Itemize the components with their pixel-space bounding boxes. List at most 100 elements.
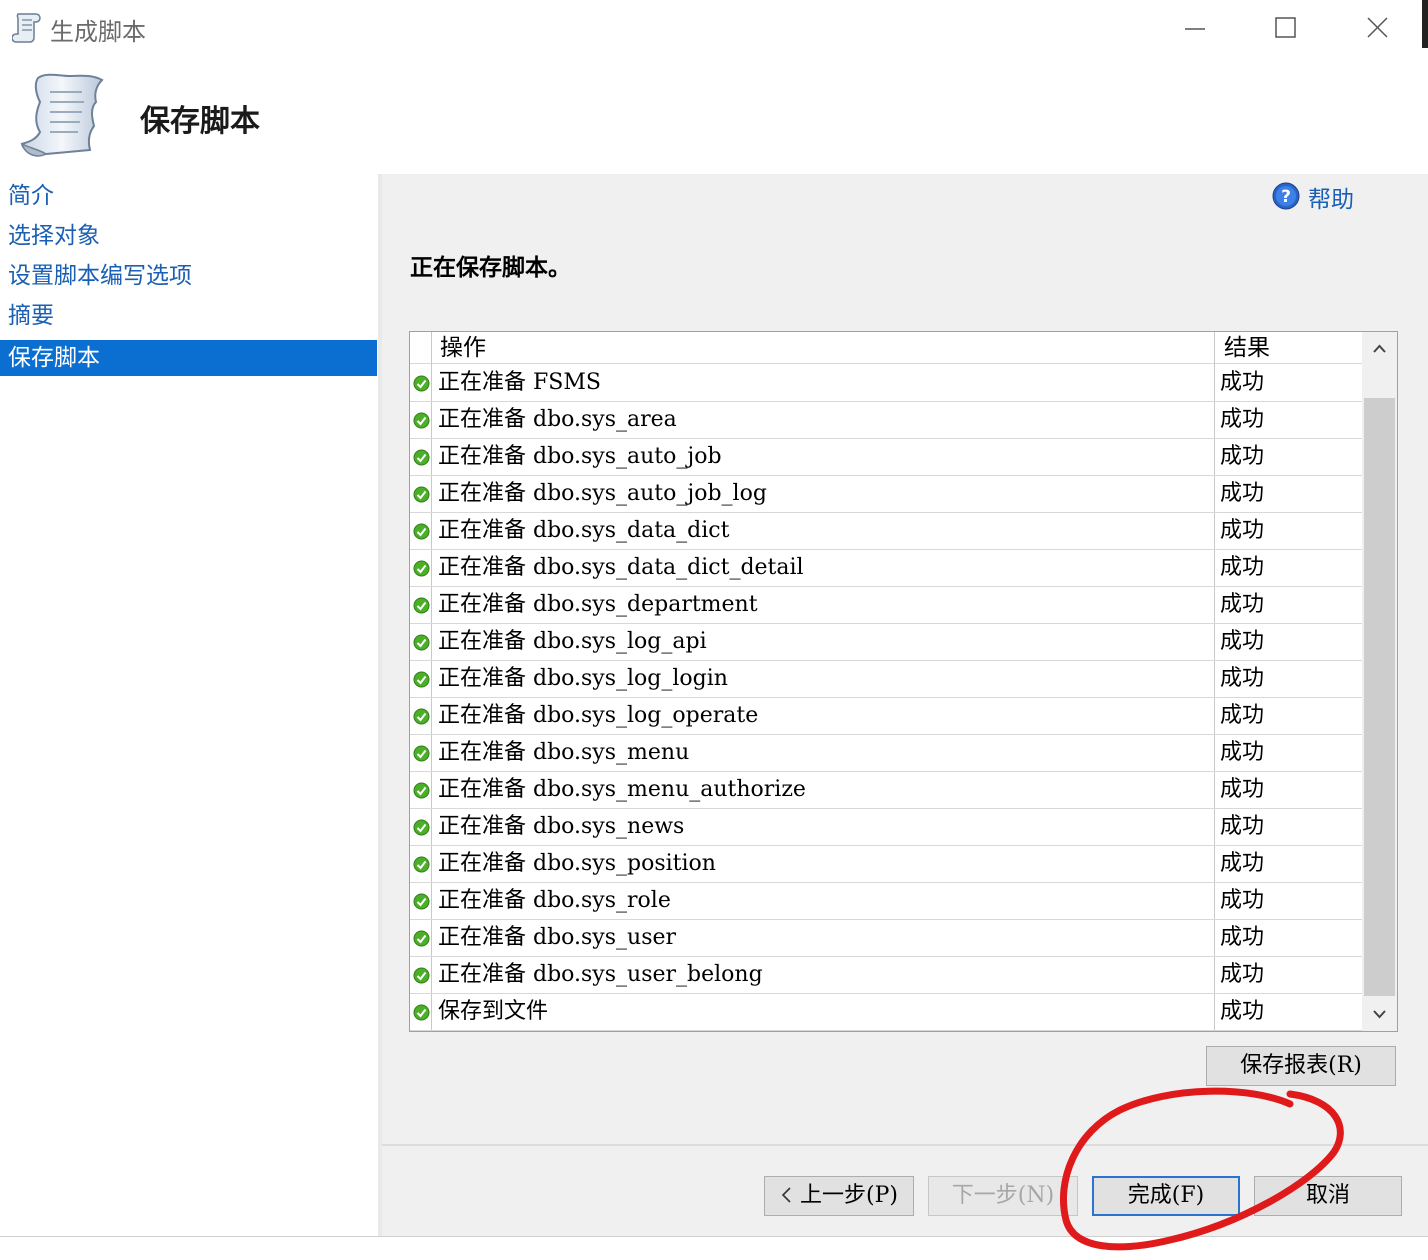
success-check-icon [413, 634, 430, 651]
sidebar-item-choose-objects[interactable]: 选择对象 [0, 218, 378, 254]
success-check-icon [413, 745, 430, 762]
operation-cell: 正在准备 dbo.sys_department [438, 592, 758, 617]
next-button[interactable]: 下一步(N) [928, 1176, 1078, 1216]
result-cell: 成功 [1220, 962, 1265, 987]
table-row[interactable]: 正在准备 dbo.sys_log_operate 成功 [410, 698, 1362, 735]
operation-cell: 正在准备 dbo.sys_log_operate [438, 703, 759, 728]
operation-cell: 正在准备 dbo.sys_menu [438, 740, 690, 765]
result-cell: 成功 [1220, 925, 1265, 950]
success-check-icon [413, 597, 430, 614]
sidebar-item-save-scripts[interactable]: 保存脚本 [0, 340, 377, 376]
chevron-left-icon [781, 1187, 791, 1203]
window-bottom-edge [0, 1236, 1428, 1260]
operation-cell: 正在准备 dbo.sys_auto_job_log [438, 481, 767, 506]
success-check-icon [413, 708, 430, 725]
scrollbar-thumb[interactable] [1364, 398, 1395, 996]
column-header-operation[interactable]: 操作 [440, 332, 486, 364]
operation-cell: 正在准备 dbo.sys_log_login [438, 666, 728, 691]
table-row[interactable]: 正在准备 dbo.sys_user_belong 成功 [410, 957, 1362, 994]
help-label: 帮助 [1308, 187, 1354, 213]
scroll-icon [20, 73, 104, 157]
result-cell: 成功 [1220, 666, 1265, 691]
operation-cell: 正在准备 dbo.sys_role [438, 888, 671, 913]
result-cell: 成功 [1220, 629, 1265, 654]
sidebar-item-intro[interactable]: 简介 [0, 178, 378, 214]
success-check-icon [413, 930, 430, 947]
result-cell: 成功 [1220, 407, 1265, 432]
table-row[interactable]: 正在准备 dbo.sys_role 成功 [410, 883, 1362, 920]
table-row[interactable]: 正在准备 dbo.sys_area 成功 [410, 402, 1362, 439]
table-row[interactable]: 正在准备 dbo.sys_data_dict_detail 成功 [410, 550, 1362, 587]
minimize-icon[interactable] [1176, 10, 1216, 46]
table-row[interactable]: 正在准备 dbo.sys_log_api 成功 [410, 624, 1362, 661]
result-cell: 成功 [1220, 999, 1265, 1024]
sidebar-item-summary[interactable]: 摘要 [0, 298, 378, 334]
results-grid: 操作 结果 正在准备 FSMS 成功 正在准备 dbo.sys_area 成功 正在准备… [409, 331, 1398, 1032]
table-row[interactable]: 保存到文件 成功 [410, 994, 1362, 1031]
success-check-icon [413, 523, 430, 540]
result-cell: 成功 [1220, 444, 1265, 469]
table-row[interactable]: 正在准备 dbo.sys_position 成功 [410, 846, 1362, 883]
window-title: 生成脚本 [50, 18, 146, 46]
success-check-icon [413, 375, 430, 392]
operation-cell: 正在准备 dbo.sys_position [438, 851, 716, 876]
result-cell: 成功 [1220, 703, 1265, 728]
result-cell: 成功 [1220, 740, 1265, 765]
previous-button[interactable]: 上一步(P) [764, 1176, 914, 1216]
operation-cell: 正在准备 dbo.sys_data_dict_detail [438, 555, 804, 580]
table-row[interactable]: 正在准备 dbo.sys_menu 成功 [410, 735, 1362, 772]
table-row[interactable]: 正在准备 dbo.sys_user 成功 [410, 920, 1362, 957]
grid-header: 操作 结果 [410, 332, 1362, 364]
status-message: 正在保存脚本。 [410, 255, 571, 281]
previous-button-label: 上一步(P) [800, 1183, 898, 1208]
result-cell: 成功 [1220, 777, 1265, 802]
operation-cell: 正在准备 dbo.sys_user [438, 925, 677, 950]
column-header-result[interactable]: 结果 [1224, 332, 1270, 364]
table-row[interactable]: 正在准备 dbo.sys_news 成功 [410, 809, 1362, 846]
title-bar: 生成脚本 [0, 0, 1428, 56]
script-scroll-icon [12, 13, 41, 43]
result-cell: 成功 [1220, 555, 1265, 580]
scroll-up-icon[interactable] [1362, 332, 1397, 366]
result-cell: 成功 [1220, 481, 1265, 506]
result-cell: 成功 [1220, 888, 1265, 913]
result-cell: 成功 [1220, 592, 1265, 617]
table-row[interactable]: 正在准备 dbo.sys_log_login 成功 [410, 661, 1362, 698]
table-row[interactable]: 正在准备 dbo.sys_auto_job_log 成功 [410, 476, 1362, 513]
finish-button[interactable]: 完成(F) [1092, 1176, 1240, 1216]
page-header: 保存脚本 [0, 56, 1428, 172]
operation-cell: 正在准备 dbo.sys_menu_authorize [438, 777, 806, 802]
vertical-scrollbar[interactable] [1362, 332, 1397, 1031]
success-check-icon [413, 782, 430, 799]
success-check-icon [413, 560, 430, 577]
maximize-icon[interactable] [1266, 10, 1306, 46]
page-title: 保存脚本 [140, 104, 260, 139]
success-check-icon [413, 893, 430, 910]
table-row[interactable]: 正在准备 FSMS 成功 [410, 365, 1362, 402]
success-check-icon [413, 671, 430, 688]
operation-cell: 保存到文件 [438, 999, 549, 1024]
operation-cell: 正在准备 dbo.sys_news [438, 814, 685, 839]
sidebar-item-scripting-options[interactable]: 设置脚本编写选项 [0, 258, 378, 294]
success-check-icon [413, 967, 430, 984]
save-report-button[interactable]: 保存报表(R) [1206, 1046, 1396, 1086]
table-row[interactable]: 正在准备 dbo.sys_department 成功 [410, 587, 1362, 624]
success-check-icon [413, 1004, 430, 1021]
svg-text:?: ? [1281, 187, 1291, 207]
operation-cell: 正在准备 dbo.sys_log_api [438, 629, 707, 654]
table-row[interactable]: 正在准备 dbo.sys_data_dict 成功 [410, 513, 1362, 550]
close-icon[interactable] [1358, 10, 1398, 46]
result-cell: 成功 [1220, 851, 1265, 876]
result-cell: 成功 [1220, 814, 1265, 839]
scroll-down-icon[interactable] [1362, 997, 1397, 1031]
help-icon: ? [1272, 182, 1300, 210]
operation-cell: 正在准备 FSMS [438, 370, 601, 395]
operation-cell: 正在准备 dbo.sys_auto_job [438, 444, 722, 469]
table-row[interactable]: 正在准备 dbo.sys_auto_job 成功 [410, 439, 1362, 476]
wizard-sidebar: 简介 选择对象 设置脚本编写选项 摘要 保存脚本 [0, 174, 378, 1236]
success-check-icon [413, 856, 430, 873]
operation-cell: 正在准备 dbo.sys_user_belong [438, 962, 763, 987]
success-check-icon [413, 412, 430, 429]
cancel-button[interactable]: 取消 [1254, 1176, 1402, 1216]
table-row[interactable]: 正在准备 dbo.sys_menu_authorize 成功 [410, 772, 1362, 809]
